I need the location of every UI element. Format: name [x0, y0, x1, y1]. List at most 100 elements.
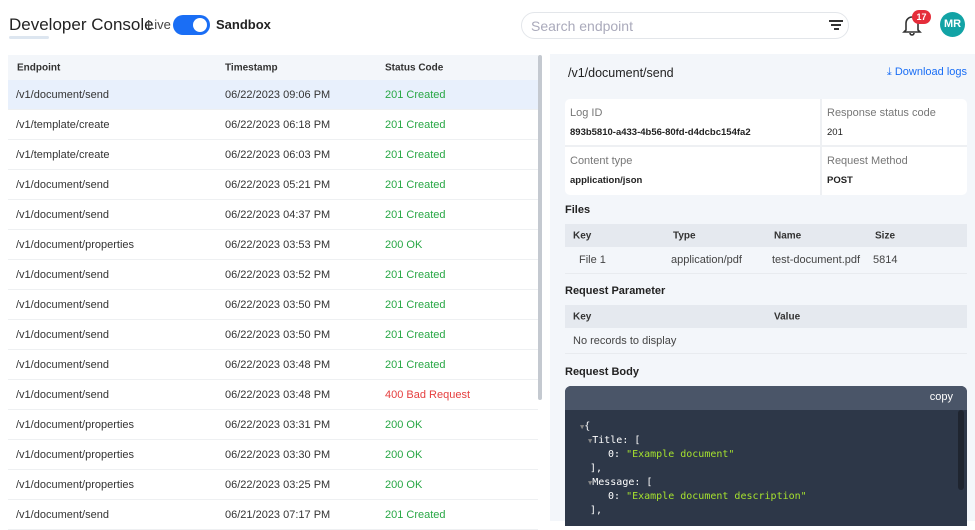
json-close: ], — [590, 463, 603, 474]
row-timestamp: 06/22/2023 03:50 PM — [225, 328, 331, 341]
files-col-size: Size — [875, 230, 896, 241]
page-title: Developer Console — [9, 15, 154, 34]
table-row[interactable]: /v1/document/send 06/21/2023 07:17 PM 201 … — [8, 500, 538, 530]
table-row[interactable]: /v1/document/properties 06/22/2023 03:25 … — [8, 470, 538, 500]
log-summary-card: Log ID 893b5810-a433-4b56-80fd-d4dcbc154f… — [565, 99, 967, 195]
table-row[interactable]: /v1/document/send 06/22/2023 03:48 PM 201 … — [8, 350, 538, 380]
row-endpoint: /v1/template/create — [16, 118, 110, 131]
row-timestamp: 06/22/2023 09:06 PM — [225, 88, 331, 101]
files-table: Key Type Name Size File 1 application/pdf tes… — [565, 224, 967, 274]
file-size: 5814 — [873, 254, 898, 266]
row-endpoint: /v1/template/create — [16, 148, 110, 161]
table-row[interactable]: /v1/template/create 06/22/2023 06:18 PM 20… — [8, 110, 538, 140]
files-title: Files — [565, 204, 591, 216]
row-status: 400 Bad Request — [385, 388, 471, 401]
search-placeholder: Search endpoint — [531, 18, 633, 34]
detail-panel: /v1/document/send ⤓ Download logs Log ID… — [550, 54, 975, 526]
file-row: File 1 application/pdf test-document.pdf 58… — [565, 247, 967, 274]
download-icon: ⤓ — [886, 66, 895, 78]
content-type-value: application/json — [570, 175, 643, 186]
params-col-key: Key — [573, 311, 592, 322]
col-endpoint[interactable]: Endpoint — [17, 62, 60, 73]
row-status: 201 Created — [385, 358, 446, 371]
params-col-value: Value — [774, 311, 801, 322]
row-status: 200 OK — [385, 238, 423, 251]
files-col-name: Name — [774, 230, 802, 241]
row-endpoint: /v1/document/send — [16, 88, 109, 101]
row-timestamp: 06/22/2023 03:48 PM — [225, 388, 331, 401]
status-label: Response status code — [827, 107, 936, 119]
row-endpoint: /v1/document/send — [16, 298, 109, 311]
table-row[interactable]: /v1/document/send 06/22/2023 03:48 PM 400 … — [8, 380, 538, 410]
log-id-label: Log ID — [570, 107, 603, 119]
download-logs-button[interactable]: ⤓ Download logs — [887, 66, 967, 79]
json-string: "Example document description" — [626, 491, 807, 502]
table-header: Endpoint Timestamp Status Code — [8, 55, 538, 80]
title-underline — [9, 36, 49, 39]
json-key-message: Message: [ — [592, 477, 653, 488]
method-value: POST — [827, 175, 853, 186]
row-timestamp: 06/22/2023 03:48 PM — [225, 358, 331, 371]
params-table: Key Value No records to display — [565, 305, 967, 354]
file-name: test-document.pdf — [772, 254, 861, 266]
request-body-viewer: copy ▼{ ▼Title: [ 0: "Example document" … — [565, 386, 967, 526]
method-label: Request Method — [827, 155, 908, 167]
environment-toggle[interactable] — [173, 15, 210, 35]
row-timestamp: 06/22/2023 05:21 PM — [225, 178, 331, 191]
code-scrollbar[interactable] — [958, 410, 964, 490]
body-title: Request Body — [565, 366, 639, 378]
table-row[interactable]: /v1/document/send 06/22/2023 05:21 PM 201 … — [8, 170, 538, 200]
row-timestamp: 06/22/2023 03:30 PM — [225, 448, 331, 461]
filter-icon[interactable] — [828, 18, 844, 32]
col-timestamp[interactable]: Timestamp — [225, 62, 278, 73]
download-label: Download logs — [894, 66, 967, 78]
row-endpoint: /v1/document/properties — [16, 418, 135, 431]
table-row[interactable]: /v1/document/properties 06/22/2023 03:31 … — [8, 410, 538, 440]
content-type-label: Content type — [570, 155, 633, 167]
json-brace: { — [584, 421, 591, 432]
row-endpoint: /v1/document/send — [16, 508, 109, 521]
search-input[interactable]: Search endpoint — [521, 12, 849, 39]
row-timestamp: 06/22/2023 04:37 PM — [225, 208, 331, 221]
json-close: ], — [590, 505, 603, 516]
row-timestamp: 06/22/2023 03:25 PM — [225, 478, 331, 491]
row-status: 201 Created — [385, 118, 446, 131]
row-endpoint: /v1/document/send — [16, 268, 109, 281]
detail-title: /v1/document/send — [568, 66, 674, 80]
table-row[interactable]: /v1/document/send 06/22/2023 03:52 PM 201 … — [8, 260, 538, 290]
row-status: 201 Created — [385, 268, 446, 281]
row-endpoint: /v1/document/properties — [16, 478, 135, 491]
table-scrollbar[interactable] — [538, 55, 542, 400]
copy-button[interactable]: copy — [930, 391, 953, 403]
row-status: 201 Created — [385, 508, 446, 521]
table-row[interactable]: /v1/document/send 06/22/2023 03:50 PM 201 … — [8, 290, 538, 320]
row-status: 200 OK — [385, 448, 423, 461]
col-status[interactable]: Status Code — [385, 62, 443, 73]
row-endpoint: /v1/document/send — [16, 208, 109, 221]
avatar[interactable]: MR — [940, 12, 965, 37]
json-key-title: Title: [ — [592, 435, 641, 446]
row-timestamp: 06/21/2023 07:17 PM — [225, 508, 331, 521]
table-row[interactable]: /v1/document/properties 06/22/2023 03:53 … — [8, 230, 538, 260]
table-row[interactable]: /v1/document/send 06/22/2023 04:37 PM 201 … — [8, 200, 538, 230]
row-status: 201 Created — [385, 298, 446, 311]
table-row[interactable]: /v1/document/send 06/22/2023 03:50 PM 201 … — [8, 320, 538, 350]
table-row[interactable]: /v1/document/properties 06/22/2023 03:30 … — [8, 440, 538, 470]
row-status: 201 Created — [385, 88, 446, 101]
live-label: Live — [147, 17, 171, 32]
row-timestamp: 06/22/2023 03:53 PM — [225, 238, 331, 251]
json-string: "Example document" — [626, 449, 735, 460]
status-value: 201 — [827, 127, 843, 138]
row-status: 201 Created — [385, 178, 446, 191]
file-type: application/pdf — [671, 254, 742, 266]
row-timestamp: 06/22/2023 06:18 PM — [225, 118, 331, 131]
row-endpoint: /v1/document/send — [16, 178, 109, 191]
log-id-value: 893b5810-a433-4b56-80fd-d4dcbc154fa2 — [570, 127, 751, 138]
row-endpoint: /v1/document/send — [16, 388, 109, 401]
row-status: 201 Created — [385, 328, 446, 341]
params-empty: No records to display — [573, 334, 677, 347]
table-row[interactable]: /v1/document/send 06/22/2023 09:06 PM 201 … — [8, 80, 538, 110]
table-row[interactable]: /v1/template/create 06/22/2023 06:03 PM 20… — [8, 140, 538, 170]
notification-badge: 17 — [912, 10, 931, 24]
file-key: File 1 — [579, 254, 606, 266]
